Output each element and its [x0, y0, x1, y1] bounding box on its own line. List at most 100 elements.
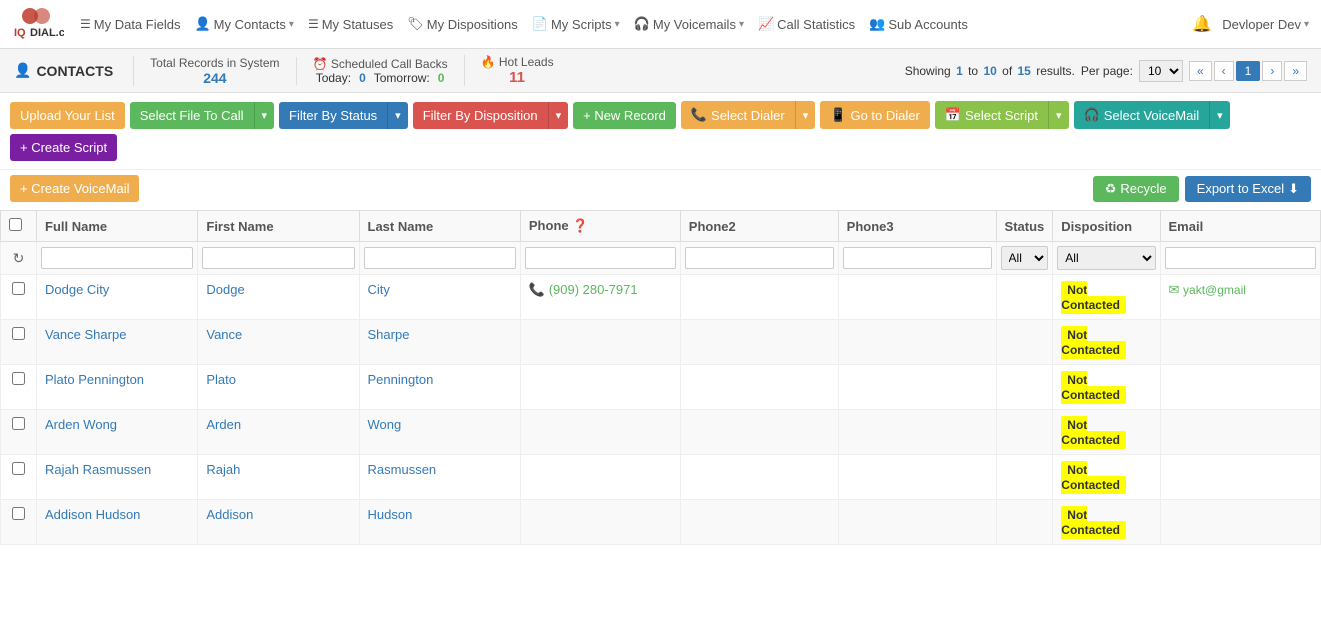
filter-status-main-button[interactable]: Filter By Status	[279, 102, 387, 129]
row-checkbox[interactable]	[12, 462, 25, 475]
select-file-dropdown-button[interactable]: ▾	[254, 102, 275, 129]
full-name-link[interactable]: Plato Pennington	[45, 372, 144, 387]
full-name-link[interactable]: Arden Wong	[45, 417, 117, 432]
brand-logo[interactable]: IQ DIAL.com	[12, 6, 64, 42]
select-script-main-button[interactable]: 📅Select Script	[935, 101, 1048, 129]
nav-item-data-fields[interactable]: ☰ My Data Fields	[80, 17, 180, 32]
row-disposition: Not Contacted	[1053, 320, 1160, 365]
user-menu[interactable]: Devloper Dev ▾	[1222, 17, 1309, 32]
page-1-btn[interactable]: 1	[1236, 61, 1261, 81]
new-record-button[interactable]: + New Record	[573, 102, 676, 129]
last-name-link[interactable]: Wong	[368, 417, 402, 432]
row-checkbox[interactable]	[12, 507, 25, 520]
go-to-dialer-button[interactable]: 📱 Go to Dialer	[820, 101, 930, 129]
select-dialer-dropdown-button[interactable]: ▾	[795, 101, 816, 129]
filter-status-dropdown-button[interactable]: ▾	[387, 102, 408, 129]
recycle-button[interactable]: ♻ Recycle	[1093, 176, 1179, 202]
table-row: Rajah Rasmussen Rajah Rasmussen Not Cont…	[1, 455, 1321, 500]
page-last-btn[interactable]: »	[1284, 61, 1307, 81]
page-prev-btn[interactable]: ‹	[1214, 61, 1234, 81]
filter-status-cell: All	[996, 242, 1053, 275]
select-voicemail-dropdown-button[interactable]: ▾	[1209, 101, 1230, 129]
select-all-checkbox[interactable]	[9, 218, 22, 231]
filter-phone-input[interactable]	[525, 247, 676, 269]
select-dialer-main-button[interactable]: 📞Select Dialer	[681, 101, 795, 129]
nav-item-sub-accounts[interactable]: 👥 Sub Accounts	[869, 16, 968, 32]
last-name-link[interactable]: Hudson	[368, 507, 413, 522]
filter-full-name-cell	[37, 242, 198, 275]
filter-first-name-input[interactable]	[202, 247, 354, 269]
refresh-icon[interactable]: ↻	[13, 250, 25, 266]
page-first-btn[interactable]: «	[1189, 61, 1212, 81]
nav-label-sub-accounts: Sub Accounts	[888, 17, 968, 32]
last-name-link[interactable]: Pennington	[368, 372, 434, 387]
nav-item-dispositions[interactable]: 🏷 My Dispositions	[407, 16, 518, 32]
row-checkbox[interactable]	[12, 282, 25, 295]
col-phone2: Phone2	[680, 211, 838, 242]
navbar: IQ DIAL.com ☰ My Data Fields 👤 My Contac…	[0, 0, 1321, 49]
filter-phone3-input[interactable]	[843, 247, 992, 269]
scripts-dropdown-arrow: ▾	[615, 19, 620, 30]
list-icon: ☰	[80, 17, 91, 31]
row-last-name: Rasmussen	[359, 455, 520, 500]
filter-disposition-dropdown-button[interactable]: ▾	[548, 102, 569, 129]
row-phone3	[838, 275, 996, 320]
filter-status-select[interactable]: All	[1001, 246, 1049, 270]
phone-help-icon[interactable]: ❓	[572, 218, 588, 233]
row-checkbox-cell	[1, 500, 37, 545]
select-file-main-button[interactable]: Select File To Call	[130, 102, 254, 129]
filter-disposition-select[interactable]: All	[1057, 246, 1155, 270]
nav-item-voicemails[interactable]: 🎧 My Voicemails ▾	[634, 16, 744, 32]
upload-list-button[interactable]: Upload Your List	[10, 102, 125, 129]
bell-icon[interactable]: 🔔	[1192, 14, 1212, 34]
filter-last-name-input[interactable]	[364, 247, 516, 269]
row-checkbox[interactable]	[12, 417, 25, 430]
filter-disposition-cell: All	[1053, 242, 1160, 275]
last-name-link[interactable]: Rasmussen	[368, 462, 437, 477]
row-phone2	[680, 500, 838, 545]
filter-full-name-input[interactable]	[41, 247, 193, 269]
page-next-btn[interactable]: ›	[1262, 61, 1282, 81]
filter-phone3-cell	[838, 242, 996, 275]
contacts-dropdown-arrow: ▾	[289, 19, 294, 30]
full-name-link[interactable]: Dodge City	[45, 282, 109, 297]
row-phone3	[838, 410, 996, 455]
nav-item-call-statistics[interactable]: 📈 Call Statistics	[758, 16, 855, 32]
last-name-link[interactable]: City	[368, 282, 390, 297]
create-script-button[interactable]: + Create Script	[10, 134, 117, 161]
first-name-link[interactable]: Rajah	[206, 462, 240, 477]
select-script-dropdown-button[interactable]: ▾	[1048, 101, 1069, 129]
filter-phone2-input[interactable]	[685, 247, 834, 269]
full-name-link[interactable]: Rajah Rasmussen	[45, 462, 151, 477]
per-page-select[interactable]: 10 25 50	[1139, 60, 1183, 82]
nav-item-contacts[interactable]: 👤 My Contacts ▾	[194, 16, 293, 32]
select-file-split: Select File To Call ▾	[130, 102, 274, 129]
full-name-link[interactable]: Addison Hudson	[45, 507, 140, 522]
nav-item-statuses[interactable]: ☰ My Statuses	[308, 17, 393, 32]
filter-email-input[interactable]	[1165, 247, 1316, 269]
row-checkbox[interactable]	[12, 372, 25, 385]
first-name-link[interactable]: Vance	[206, 327, 242, 342]
row-checkbox-cell	[1, 410, 37, 455]
nav-right: 🔔 Devloper Dev ▾	[1192, 14, 1309, 34]
nav-item-scripts[interactable]: 📄 My Scripts ▾	[532, 16, 620, 32]
filter-disposition-main-button[interactable]: Filter By Disposition	[413, 102, 548, 129]
row-full-name: Addison Hudson	[37, 500, 198, 545]
row-checkbox[interactable]	[12, 327, 25, 340]
export-excel-button[interactable]: Export to Excel ⬇	[1185, 176, 1311, 202]
create-voicemail-button[interactable]: + Create VoiceMail	[10, 175, 139, 202]
user-dropdown-arrow: ▾	[1304, 19, 1309, 30]
select-voicemail-main-button[interactable]: 🎧Select VoiceMail	[1074, 101, 1210, 129]
page-from: 1	[956, 64, 963, 78]
nav-label-contacts: My Contacts	[214, 17, 286, 32]
first-name-link[interactable]: Plato	[206, 372, 236, 387]
row-checkbox-cell	[1, 320, 37, 365]
full-name-link[interactable]: Vance Sharpe	[45, 327, 126, 342]
first-name-link[interactable]: Addison	[206, 507, 253, 522]
last-name-link[interactable]: Sharpe	[368, 327, 410, 342]
row-last-name: Hudson	[359, 500, 520, 545]
first-name-link[interactable]: Dodge	[206, 282, 244, 297]
row-phone3	[838, 365, 996, 410]
row-disposition: Not Contacted	[1053, 455, 1160, 500]
first-name-link[interactable]: Arden	[206, 417, 241, 432]
